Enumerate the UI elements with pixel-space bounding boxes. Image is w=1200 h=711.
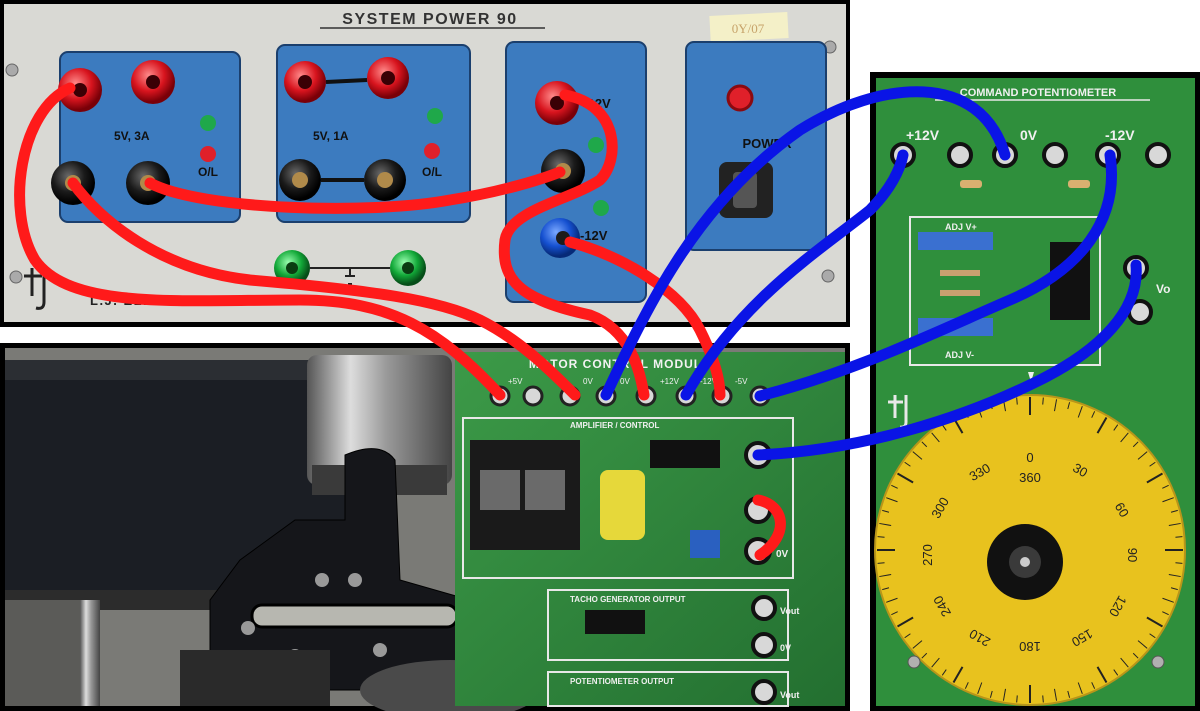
dial-label-180: 180 <box>1019 639 1041 654</box>
section-pot-label: POTENTIOMETER OUTPUT <box>570 677 674 686</box>
dial-tick <box>1042 695 1044 703</box>
tacho-jack-vout[interactable] <box>751 595 777 621</box>
svg-text:0V: 0V <box>620 377 630 386</box>
cp-label-0v: 0V <box>1020 127 1038 143</box>
svg-text:-5V: -5V <box>735 377 748 386</box>
dial-label-270: 270 <box>920 544 935 566</box>
dial-tick <box>1042 397 1044 405</box>
cp-label-vo: Vo <box>1156 282 1170 296</box>
section-tacho-label: TACHO GENERATOR OUTPUT <box>570 595 686 604</box>
cp-terminal-6[interactable] <box>1145 142 1171 168</box>
cp-label-adj-v-plus: ADJ V+ <box>945 222 977 232</box>
dial-label-center: 360 <box>1019 470 1041 485</box>
label-5v-3a: 5V, 3A <box>114 129 150 143</box>
power-supply-title: SYSTEM POWER 90 <box>342 11 517 28</box>
dial-tick <box>877 562 885 564</box>
mb-terminal-2[interactable] <box>522 385 544 407</box>
svg-text:0V: 0V <box>583 377 593 386</box>
wiring-diagram-photo: SYSTEM POWER 90 0Y/07 5V, 3A O/L 5V, 1A … <box>0 0 1200 711</box>
cp-terminal-4[interactable] <box>1042 142 1068 168</box>
svg-text:+5V: +5V <box>508 377 523 386</box>
command-pot-title: COMMAND POTENTIOMETER <box>960 87 1116 99</box>
dial-tick <box>877 536 885 538</box>
cp-label-plus-12v: +12V <box>906 127 940 143</box>
label-ol-1: O/L <box>198 165 218 179</box>
dial-label-90: 90 <box>1125 548 1140 562</box>
tacho-jack-0v[interactable] <box>751 632 777 658</box>
svg-text:+12V: +12V <box>660 377 680 386</box>
pot-vout-label: Vout <box>780 690 799 700</box>
cp-label-adj-v-minus: ADJ V- <box>945 350 974 360</box>
dial-tick <box>1175 562 1183 564</box>
amp-jack-0v-label: 0V <box>776 549 789 560</box>
label-5v-1a: 5V, 1A <box>313 129 349 143</box>
cp-label-minus-12v: -12V <box>1105 127 1135 143</box>
section-amplifier-label: AMPLIFIER / CONTROL <box>570 421 659 430</box>
pot-jack-vout[interactable] <box>751 679 777 705</box>
tacho-vout-label: Vout <box>780 606 799 616</box>
dial-label-0: 0 <box>1026 450 1033 465</box>
cp-terminal-2[interactable] <box>947 142 973 168</box>
tacho-0v-label: 0V <box>780 643 791 653</box>
dial-tick <box>1175 536 1183 538</box>
dial-tick <box>1016 397 1018 405</box>
sticker-text: 0Y/07 <box>732 21 765 36</box>
label-ol-2: O/L <box>422 165 442 179</box>
power-indicator-lamp <box>726 84 754 112</box>
dial-tick <box>1016 695 1018 703</box>
command-potentiometer-photo: COMMAND POTENTIOMETER +12V 0V -12V ADJ V… <box>870 72 1200 711</box>
power-supply-panel: SYSTEM POWER 90 0Y/07 5V, 3A O/L 5V, 1A … <box>0 0 850 327</box>
